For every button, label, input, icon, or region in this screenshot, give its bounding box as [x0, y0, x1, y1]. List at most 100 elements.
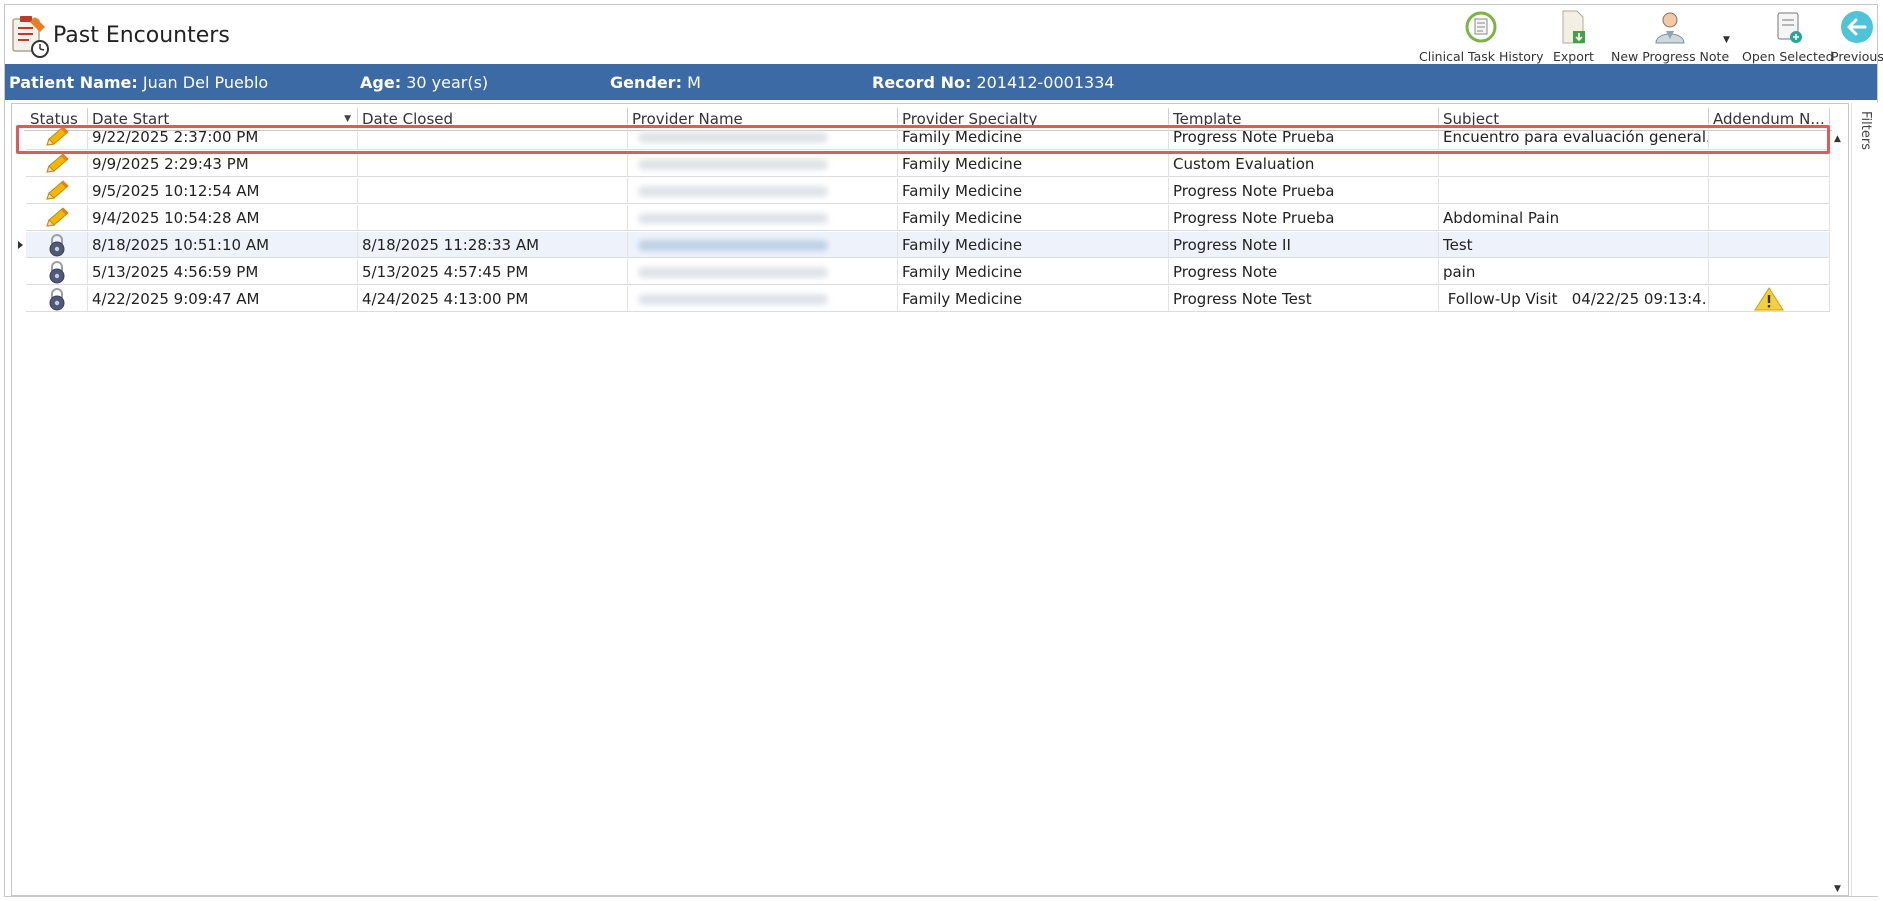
date-start-cell: 9/5/2025 10:12:54 AM — [88, 178, 358, 203]
provider-specialty-cell: Family Medicine — [898, 205, 1169, 230]
provider-name-cell — [628, 259, 898, 284]
subject-cell — [1439, 178, 1709, 203]
redacted-provider-name — [638, 240, 828, 251]
lock-icon — [49, 260, 64, 283]
addendum-cell — [1709, 151, 1830, 176]
scroll-down-arrow[interactable]: ▼ — [1834, 884, 1841, 894]
date-closed-cell — [358, 151, 628, 176]
new-progress-note-dropdown[interactable]: ▼ — [1723, 35, 1730, 45]
filters-panel: Filters — [1851, 103, 1879, 896]
clinical-task-history-button[interactable]: Clinical Task History — [1419, 9, 1543, 64]
encounters-grid: Status Date Start ▼ Date Closed Provider… — [11, 103, 1849, 896]
open-selected-label: Open Selected — [1742, 49, 1834, 64]
record-number: Record No: 201412-0001334 — [872, 73, 1115, 92]
date-start-cell: 8/18/2025 10:51:10 AM — [88, 232, 358, 257]
redacted-provider-name — [638, 294, 828, 305]
provider-name-cell — [628, 205, 898, 230]
subject-cell: Abdominal Pain — [1439, 205, 1709, 230]
status-cell — [26, 151, 88, 176]
table-row[interactable]: 9/22/2025 2:37:00 PM Family Medicine Progr… — [26, 124, 1830, 150]
patient-gender-value: M — [687, 73, 701, 92]
patient-gender: Gender: M — [610, 73, 701, 92]
provider-specialty-cell: Family Medicine — [898, 178, 1169, 203]
pencil-icon — [45, 125, 69, 146]
status-cell — [26, 124, 88, 149]
redacted-provider-name — [638, 159, 828, 170]
task-history-icon — [1465, 11, 1497, 43]
doctor-icon — [1655, 12, 1685, 44]
date-start-cell: 5/13/2025 4:56:59 PM — [88, 259, 358, 284]
patient-name-value: Juan Del Pueblo — [142, 73, 269, 92]
date-closed-cell: 8/18/2025 11:28:33 AM — [358, 232, 628, 257]
date-start-cell: 9/22/2025 2:37:00 PM — [88, 124, 358, 149]
date-closed-cell: 4/24/2025 4:13:00 PM — [358, 286, 628, 311]
scroll-up-arrow[interactable]: ▲ — [1834, 134, 1841, 144]
lock-icon — [49, 233, 64, 256]
template-cell: Progress Note Prueba — [1169, 124, 1439, 149]
date-closed-cell — [358, 205, 628, 230]
subject-cell: Test — [1439, 232, 1709, 257]
status-cell — [26, 259, 88, 284]
subject-cell: Follow-Up Visit 04/22/25 09:13:4... — [1439, 286, 1709, 311]
patient-name: Patient Name: Juan Del Pueblo — [9, 73, 268, 92]
previous-button[interactable]: Previous — [1831, 9, 1883, 64]
provider-name-cell — [628, 178, 898, 203]
open-selected-button[interactable]: Open Selected — [1742, 9, 1834, 64]
table-row[interactable]: 4/22/2025 9:09:47 AM 4/24/2025 4:13:00 PM… — [26, 286, 1830, 312]
addendum-cell — [1709, 205, 1830, 230]
record-number-value: 201412-0001334 — [976, 73, 1115, 92]
date-start-cell: 9/4/2025 10:54:28 AM — [88, 205, 358, 230]
addendum-cell — [1709, 124, 1830, 149]
provider-specialty-cell: Family Medicine — [898, 286, 1169, 311]
export-icon — [1562, 10, 1586, 44]
pencil-icon — [45, 179, 69, 200]
filters-tab[interactable]: Filters — [1858, 111, 1873, 150]
pencil-icon — [45, 152, 69, 173]
provider-name-cell — [628, 151, 898, 176]
page-title: Past Encounters — [53, 23, 230, 48]
clinical-task-history-label: Clinical Task History — [1419, 49, 1544, 64]
status-cell — [26, 286, 88, 311]
redacted-provider-name — [638, 186, 828, 197]
export-label: Export — [1553, 49, 1594, 64]
provider-name-cell — [628, 286, 898, 311]
previous-label: Previous — [1831, 49, 1883, 64]
new-progress-note-button[interactable]: New Progress Note — [1611, 9, 1729, 64]
provider-specialty-cell: Family Medicine — [898, 151, 1169, 176]
provider-specialty-cell: Family Medicine — [898, 232, 1169, 257]
title-bar: Past Encounters Clinical Task History Ex… — [5, 5, 1883, 64]
template-cell: Progress Note Test — [1169, 286, 1439, 311]
table-row[interactable]: 8/18/2025 10:51:10 AM 8/18/2025 11:28:33 … — [18, 232, 1830, 258]
template-cell: Progress Note II — [1169, 232, 1439, 257]
addendum-cell — [1709, 286, 1830, 311]
addendum-cell — [1709, 178, 1830, 203]
subject-cell: pain — [1439, 259, 1709, 284]
provider-specialty-cell: Family Medicine — [898, 124, 1169, 149]
table-row[interactable]: 9/9/2025 2:29:43 PM Family Medicine Custom… — [26, 151, 1830, 177]
export-button[interactable]: Export — [1553, 9, 1594, 64]
template-cell: Progress Note — [1169, 259, 1439, 284]
date-start-cell: 4/22/2025 9:09:47 AM — [88, 286, 358, 311]
subject-cell: Encuentro para evaluación general. — [1439, 124, 1709, 149]
back-arrow-icon — [1841, 11, 1874, 43]
patient-age-label: Age: — [360, 73, 402, 92]
redacted-provider-name — [638, 132, 828, 143]
template-cell: Progress Note Prueba — [1169, 178, 1439, 203]
provider-name-cell — [628, 232, 898, 257]
lock-icon — [49, 287, 64, 310]
date-closed-cell — [358, 124, 628, 149]
table-row[interactable]: 9/5/2025 10:12:54 AM Family Medicine Progr… — [26, 178, 1830, 204]
template-cell: Progress Note Prueba — [1169, 205, 1439, 230]
date-closed-cell: 5/13/2025 4:57:45 PM — [358, 259, 628, 284]
table-row[interactable]: 5/13/2025 4:56:59 PM 5/13/2025 4:57:45 PM… — [26, 259, 1830, 285]
new-progress-note-label: New Progress Note — [1611, 49, 1730, 64]
table-row[interactable]: 9/4/2025 10:54:28 AM Family Medicine Progr… — [26, 205, 1830, 231]
past-encounters-window: Past Encounters Clinical Task History Ex… — [4, 4, 1883, 897]
patient-age-value: 30 year(s) — [406, 73, 489, 92]
patient-age: Age: 30 year(s) — [360, 73, 488, 92]
redacted-provider-name — [638, 267, 828, 278]
patient-name-label: Patient Name: — [9, 73, 138, 92]
current-row-indicator — [18, 241, 23, 249]
status-cell — [26, 205, 88, 230]
date-closed-cell — [358, 178, 628, 203]
